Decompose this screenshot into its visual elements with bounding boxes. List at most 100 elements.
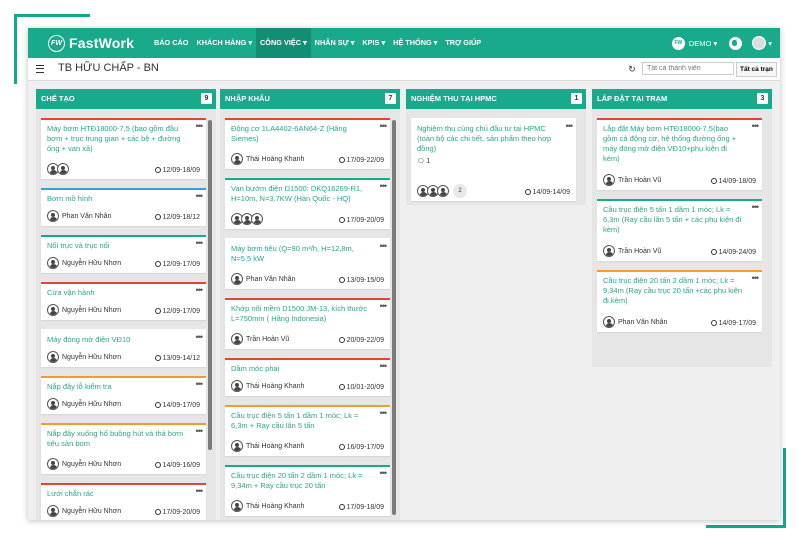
more-assignees-badge[interactable]: 2 <box>453 184 467 198</box>
assignee-avatar[interactable] <box>47 398 59 410</box>
nav-item[interactable]: BÁO CÁO <box>150 28 192 58</box>
nav-item[interactable]: KPIS ▾ <box>358 28 389 58</box>
task-title[interactable]: Khớp nối mềm D1500 JM-13, kích thước L=7… <box>231 304 371 324</box>
task-title[interactable]: Nối trục và trục nối <box>47 241 187 251</box>
task-card[interactable]: Lưới chắn rác ••• Nguyễn Hữu Nhơn 17/09-20/… <box>41 483 206 520</box>
card-menu-icon[interactable]: ••• <box>380 408 388 418</box>
card-menu-icon[interactable]: ••• <box>380 181 388 191</box>
task-card[interactable]: Dầm móc phai ••• Thái Hoàng Khanh 10/01-20/… <box>225 358 390 396</box>
assignee-avatar[interactable] <box>251 213 263 225</box>
column-header[interactable]: CHẾ TẠO 9 <box>36 89 216 109</box>
card-menu-icon[interactable]: ••• <box>196 285 204 295</box>
card-menu-icon[interactable]: ••• <box>196 332 204 342</box>
card-menu-icon[interactable]: ••• <box>752 273 760 283</box>
assignee-avatar[interactable] <box>231 500 243 512</box>
task-card[interactable]: Khớp nối mềm D1500 JM-13, kích thước L=7… <box>225 298 390 349</box>
status-filter-button[interactable]: Tất cả trạn <box>736 62 777 77</box>
demo-menu[interactable]: DEMO ▾ <box>689 39 717 48</box>
task-card[interactable]: Van bướm điện D1500: DKQ16269-R1, H=10m,… <box>225 178 390 229</box>
refresh-icon[interactable]: ↻ <box>626 63 638 75</box>
task-title[interactable]: Cửa vận hành <box>47 288 187 298</box>
card-menu-icon[interactable]: ••• <box>566 121 574 131</box>
brand-logo[interactable]: FW FastWork <box>48 33 134 53</box>
assignee-avatar[interactable] <box>231 153 243 165</box>
assignee-avatar[interactable] <box>57 163 69 175</box>
task-card[interactable]: Cầu trục điện 5 tấn 1 dầm 1 móc; Lk = 6,… <box>597 199 762 261</box>
task-card[interactable]: Cầu trục điện 20 tấn 2 dầm 1 móc; Lk = 9… <box>597 270 762 332</box>
card-menu-icon[interactable]: ••• <box>196 426 204 436</box>
task-card[interactable]: Cửa vận hành ••• Nguyễn Hữu Nhơn 12/09-17/0… <box>41 282 206 320</box>
task-title[interactable]: Cầu trục điện 20 tấn 2 dầm 1 móc; Lk = 9… <box>603 276 743 306</box>
column-header[interactable]: NHẬP KHẨU 7 <box>220 89 400 109</box>
nav-item[interactable]: HỆ THỐNG ▾ <box>389 28 441 58</box>
task-card[interactable]: Cầu trục điện 5 tấn 1 dầm 1 móc; Lk = 6,… <box>225 405 390 456</box>
card-menu-icon[interactable]: ••• <box>196 379 204 389</box>
task-title[interactable]: Máy đóng mở điện VĐ10 <box>47 335 187 345</box>
assignee-avatar[interactable] <box>231 440 243 452</box>
task-title[interactable]: Máy bơm tiêu (Q=90 m³/h, H=12,8m, N=5,5 … <box>231 244 371 264</box>
card-menu-icon[interactable]: ••• <box>196 121 204 131</box>
card-menu-icon[interactable]: ••• <box>380 241 388 251</box>
task-title[interactable]: Cầu trục điện 5 tấn 1 dầm 1 móc; Lk = 6,… <box>603 205 743 235</box>
assignee-avatar[interactable] <box>47 505 59 517</box>
assignee-avatar[interactable] <box>603 174 615 186</box>
assignee-avatar[interactable] <box>603 316 615 328</box>
task-card[interactable]: Bơm mồ hình ••• Phan Văn Nhân 12/09-18/12 <box>41 188 206 226</box>
task-title[interactable]: Động cơ 1LA4402-6AN64-Z (Hãng Siemes) <box>231 124 371 144</box>
task-card[interactable]: Nắp đậy lỗ kiểm tra ••• Nguyễn Hữu Nhơn 14/… <box>41 376 206 414</box>
task-card[interactable]: Máy bơm HTĐ18000-7,5 (bao gồm đầu bơm + … <box>41 118 206 179</box>
assignee-avatar[interactable] <box>47 458 59 470</box>
task-title[interactable]: Máy bơm HTĐ18000-7,5 (bao gồm đầu bơm + … <box>47 124 187 154</box>
task-title[interactable]: Nắp đậy xuống hố buồng hút và thả bơm ti… <box>47 429 187 449</box>
card-menu-icon[interactable]: ••• <box>752 121 760 131</box>
task-card[interactable]: Nối trục và trục nối ••• Nguyễn Hữu Nhơn 12… <box>41 235 206 273</box>
assignee-avatar[interactable] <box>47 304 59 316</box>
card-menu-icon[interactable]: ••• <box>380 121 388 131</box>
column-header[interactable]: NGHIỆM THU TẠI HPMC 1 <box>406 89 586 109</box>
task-card[interactable]: Động cơ 1LA4402-6AN64-Z (Hãng Siemes) •••… <box>225 118 390 169</box>
column-header[interactable]: LẮP ĐẶT TẠI TRẠM 3 <box>592 89 772 109</box>
task-title[interactable]: Cầu trục điện 20 tấn 2 dầm 1 móc; Lk = 9… <box>231 471 371 491</box>
card-menu-icon[interactable]: ••• <box>752 202 760 212</box>
task-title[interactable]: Lắp đặt Máy bơm HTĐ18000-7,5(bao gồm cả … <box>603 124 743 164</box>
assignee-avatar[interactable] <box>47 257 59 269</box>
task-card[interactable]: Máy bơm tiêu (Q=90 m³/h, H=12,8m, N=5,5 … <box>225 238 390 289</box>
task-card[interactable]: Cầu trục điện 20 tấn 2 dầm 1 móc; Lk = 9… <box>225 465 390 516</box>
assignee-avatar[interactable] <box>437 185 449 197</box>
user-avatar[interactable] <box>752 36 767 50</box>
assignee-avatar[interactable] <box>47 351 59 363</box>
task-title[interactable]: Lưới chắn rác <box>47 489 187 499</box>
user-menu-caret[interactable]: ▾ <box>768 39 772 48</box>
assignee-avatar[interactable] <box>231 333 243 345</box>
task-card[interactable]: Lắp đặt Máy bơm HTĐ18000-7,5(bao gồm cả … <box>597 118 762 190</box>
task-card[interactable]: Máy đóng mở điện VĐ10 ••• Nguyễn Hữu Nhơn 1… <box>41 329 206 367</box>
assignee-avatar[interactable] <box>603 245 615 257</box>
card-menu-icon[interactable]: ••• <box>196 191 204 201</box>
task-title[interactable]: Nghiệm thu cùng chủ đầu tư tại HPMC (toà… <box>417 124 557 154</box>
task-title[interactable]: Bơm mồ hình <box>47 194 187 204</box>
nav-item[interactable]: KHÁCH HÀNG ▾ <box>192 28 256 58</box>
card-menu-icon[interactable]: ••• <box>196 238 204 248</box>
task-title[interactable]: Van bướm điện D1500: DKQ16269-R1, H=10m,… <box>231 184 371 204</box>
assignee-avatar[interactable] <box>231 380 243 392</box>
member-filter-input[interactable] <box>642 62 734 75</box>
assignee-avatar[interactable] <box>231 273 243 285</box>
nav-item[interactable]: NHÂN SỰ ▾ <box>311 28 359 58</box>
task-title[interactable]: Cầu trục điện 5 tấn 1 dầm 1 móc; Lk = 6,… <box>231 411 371 431</box>
task-title[interactable]: Nắp đậy lỗ kiểm tra <box>47 382 187 392</box>
card-menu-icon[interactable]: ••• <box>380 301 388 311</box>
assignee-avatar[interactable] <box>47 210 59 222</box>
card-menu-icon[interactable]: ••• <box>196 486 204 496</box>
nav-item[interactable]: CÔNG VIỆC ▾ <box>256 28 311 58</box>
hamburger-menu-icon[interactable] <box>36 65 44 73</box>
task-card[interactable]: Nghiệm thu cùng chủ đầu tư tại HPMC (toà… <box>411 118 576 201</box>
task-card[interactable]: Nắp đậy xuống hố buồng hút và thả bơm ti… <box>41 423 206 474</box>
task-title[interactable]: Dầm móc phai <box>231 364 371 374</box>
column-scrollbar[interactable] <box>392 120 396 515</box>
column-scrollbar[interactable] <box>208 120 212 450</box>
card-menu-icon[interactable]: ••• <box>380 468 388 478</box>
assignees: 2 <box>417 184 467 198</box>
card-menu-icon[interactable]: ••• <box>380 361 388 371</box>
nav-item[interactable]: TRỢ GIÚP <box>441 28 485 58</box>
globe-icon[interactable] <box>729 36 743 50</box>
